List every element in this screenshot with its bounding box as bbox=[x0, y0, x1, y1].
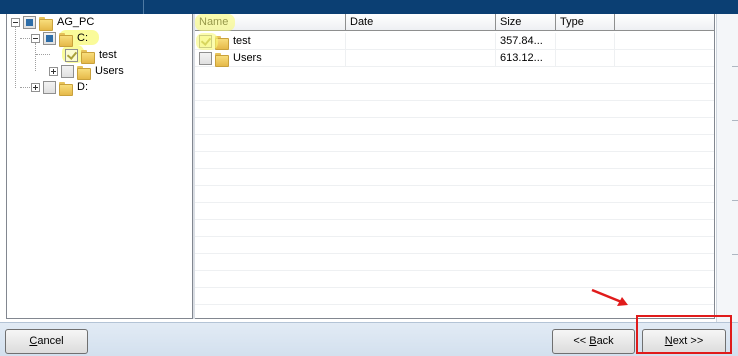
next-button-callout-box bbox=[636, 315, 732, 354]
checkbox-icon[interactable] bbox=[23, 15, 36, 29]
tree-node-label: AG_PC bbox=[57, 16, 95, 28]
empty-row bbox=[195, 186, 714, 203]
side-panel-edge bbox=[716, 14, 738, 322]
checkbox-icon[interactable] bbox=[61, 64, 74, 78]
table-row[interactable]: test 357.84... bbox=[195, 33, 714, 50]
tree-node-c-drive[interactable]: C: bbox=[31, 30, 88, 47]
edge-tick bbox=[732, 120, 738, 121]
callout-arrow-icon bbox=[591, 288, 628, 306]
empty-row bbox=[195, 169, 714, 186]
tree-guide bbox=[35, 43, 36, 71]
checkbox-icon[interactable] bbox=[65, 48, 78, 62]
edge-tick bbox=[732, 254, 738, 255]
date-cell bbox=[346, 50, 496, 67]
empty-row bbox=[195, 271, 714, 288]
edge-tick bbox=[732, 200, 738, 201]
empty-row bbox=[195, 288, 714, 305]
tree-node-d-drive[interactable]: D: bbox=[31, 79, 88, 96]
back-button-mnemonic: B bbox=[589, 335, 597, 347]
wizard-button-bar: Cancel << Back Next >> bbox=[0, 322, 738, 356]
minus-box-icon[interactable] bbox=[11, 17, 20, 27]
folder-icon bbox=[39, 16, 53, 31]
checkbox-icon[interactable] bbox=[43, 80, 56, 94]
empty-row bbox=[195, 135, 714, 152]
size-cell: 357.84... bbox=[496, 33, 556, 50]
tree-node-label: D: bbox=[77, 81, 88, 93]
empty-row bbox=[195, 67, 714, 84]
edge-tick bbox=[732, 66, 738, 67]
empty-row bbox=[195, 220, 714, 237]
highlight-test-row-checkbox bbox=[196, 33, 218, 50]
folder-icon bbox=[59, 81, 73, 96]
column-header-size[interactable]: Size bbox=[496, 14, 556, 31]
plus-box-icon[interactable] bbox=[31, 82, 40, 92]
empty-row bbox=[195, 152, 714, 169]
empty-row bbox=[195, 237, 714, 254]
column-header-filler bbox=[615, 14, 714, 31]
file-list[interactable]: Name Date Size Type test 357.84... Users… bbox=[195, 14, 715, 319]
title-bar-divider bbox=[143, 0, 144, 14]
empty-row bbox=[195, 118, 714, 135]
tree-node-label: Users bbox=[95, 65, 124, 77]
cancel-button[interactable]: Cancel bbox=[5, 329, 88, 354]
size-cell: 613.12... bbox=[496, 50, 556, 67]
tree-guide bbox=[15, 27, 16, 88]
empty-row bbox=[195, 203, 714, 220]
name-cell: Users bbox=[195, 50, 346, 67]
file-name: Users bbox=[233, 52, 262, 64]
table-row[interactable]: Users 613.12... bbox=[195, 50, 714, 67]
tree-node-label: C: bbox=[77, 32, 88, 44]
highlight-name-header bbox=[195, 14, 235, 31]
file-name: test bbox=[233, 35, 251, 47]
folder-tree[interactable]: AG_PC C: test Users D: bbox=[6, 14, 193, 319]
folder-icon bbox=[215, 52, 229, 67]
checkbox-icon[interactable] bbox=[199, 52, 212, 65]
plus-box-icon[interactable] bbox=[49, 66, 58, 76]
checkbox-icon[interactable] bbox=[43, 31, 56, 45]
minus-box-icon[interactable] bbox=[31, 33, 40, 43]
tree-node-test[interactable]: test bbox=[65, 47, 117, 64]
back-button-prefix: << bbox=[573, 335, 590, 347]
empty-row bbox=[195, 101, 714, 118]
type-cell bbox=[556, 50, 615, 67]
cancel-button-label: ancel bbox=[37, 335, 64, 347]
folder-icon bbox=[77, 65, 91, 80]
folder-icon bbox=[81, 49, 95, 64]
tree-node-users[interactable]: Users bbox=[49, 63, 124, 80]
date-cell bbox=[346, 33, 496, 50]
column-header-date[interactable]: Date bbox=[346, 14, 496, 31]
back-button-label: ack bbox=[596, 335, 614, 347]
column-header-type[interactable]: Type bbox=[556, 14, 615, 31]
empty-row bbox=[195, 254, 714, 271]
tree-node-label: test bbox=[99, 49, 117, 61]
column-header-row: Name Date Size Type bbox=[195, 14, 714, 31]
back-button[interactable]: << Back bbox=[552, 329, 635, 354]
type-cell bbox=[556, 33, 615, 50]
tree-guide bbox=[36, 54, 50, 55]
empty-row bbox=[195, 84, 714, 101]
window-title-bar bbox=[0, 0, 738, 14]
folder-icon bbox=[59, 32, 73, 47]
tree-node-ag-pc[interactable]: AG_PC bbox=[11, 14, 95, 31]
